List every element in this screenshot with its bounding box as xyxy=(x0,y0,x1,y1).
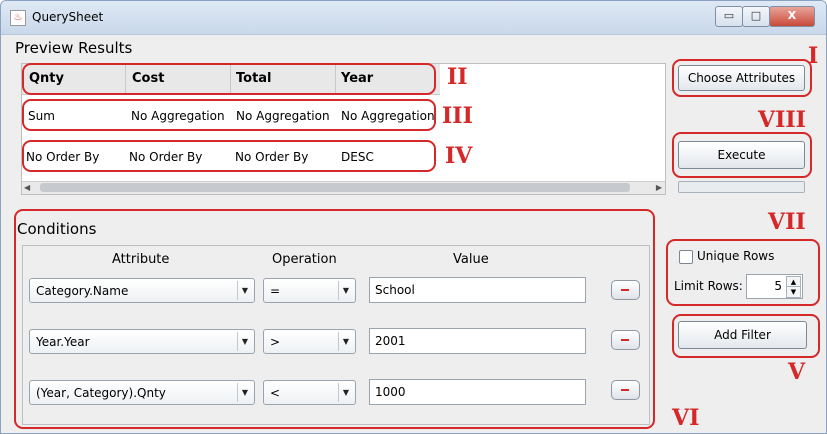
window-title: QuerySheet xyxy=(32,10,104,24)
scroll-right-icon[interactable]: ▶ xyxy=(656,183,662,192)
annotation-box-v xyxy=(672,314,820,358)
progress-bar xyxy=(678,181,805,193)
annotation-label-i: I xyxy=(808,43,819,69)
annotation-box-ii xyxy=(22,63,436,95)
close-button[interactable]: X xyxy=(769,6,815,27)
annotation-label-vii: VII xyxy=(768,209,806,235)
scrollbar-thumb[interactable] xyxy=(40,183,630,192)
annotation-box-i xyxy=(672,59,812,97)
horizontal-scrollbar[interactable]: ◀ ▶ xyxy=(22,181,665,194)
title-bar[interactable]: ♨ QuerySheet ▭ □ X xyxy=(1,1,826,35)
annotation-label-ii: II xyxy=(447,64,468,90)
app-window: ♨ QuerySheet ▭ □ X Preview Results Qnty … xyxy=(0,0,827,434)
annotation-box-iii xyxy=(22,99,436,131)
annotation-box-iv xyxy=(22,140,436,172)
scroll-left-icon[interactable]: ◀ xyxy=(24,183,30,192)
annotation-box-vi xyxy=(14,209,655,429)
annotation-label-iv: IV xyxy=(445,143,473,169)
annotation-label-v: V xyxy=(788,359,806,385)
java-app-icon: ♨ xyxy=(10,10,26,26)
annotation-label-viii: VIII xyxy=(758,107,806,133)
annotation-label-vi: VI xyxy=(672,405,700,431)
minimize-button[interactable]: ▭ xyxy=(715,6,743,27)
maximize-button[interactable]: □ xyxy=(742,6,770,27)
annotation-box-viii xyxy=(672,132,812,178)
annotation-label-iii: III xyxy=(442,103,473,129)
annotation-box-vii xyxy=(666,239,820,306)
preview-results-label: Preview Results xyxy=(15,39,133,57)
